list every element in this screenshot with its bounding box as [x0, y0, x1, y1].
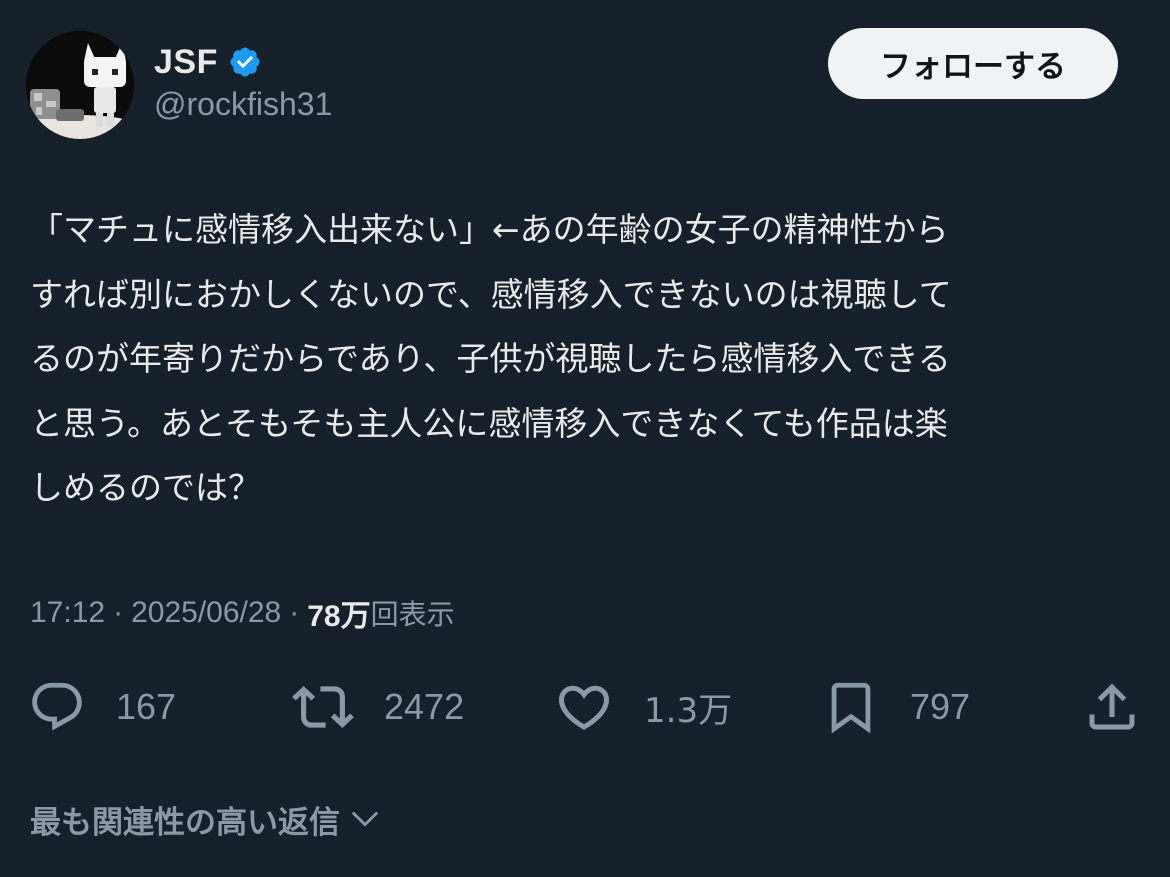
- views-count[interactable]: 78万: [307, 591, 370, 635]
- author-name-row[interactable]: JSF: [154, 40, 262, 84]
- meta-separator: ·: [113, 596, 124, 629]
- like-count: 1.3万: [644, 690, 733, 731]
- retweet-button[interactable]: 2472: [292, 676, 464, 738]
- tweet-text-line: しめるのでは？: [30, 468, 261, 507]
- tweet-actions-bar: 167 2472 1.3万 797: [0, 676, 1170, 738]
- tweet-text-line: すれば別におかしくないので、感情移入できないのは視聴して: [30, 274, 952, 314]
- avatar[interactable]: [26, 31, 134, 139]
- meta-separator: ·: [289, 596, 300, 629]
- author-display-name[interactable]: JSF: [154, 43, 218, 82]
- reply-icon: [32, 682, 82, 731]
- tweet-date[interactable]: 2025/06/28: [131, 596, 281, 630]
- retweet-count: 2472: [384, 686, 465, 727]
- bookmark-count: 797: [910, 686, 971, 727]
- avatar-image: [26, 31, 134, 139]
- reply-count: 167: [116, 686, 177, 727]
- heart-icon: [558, 685, 610, 730]
- follow-button[interactable]: フォローする: [828, 28, 1118, 99]
- tweet-text: 「マチュに感情移入出来ない」←あの年齢の女子の精神性から すれば別におかしくない…: [30, 198, 1140, 521]
- share-icon: [1089, 683, 1135, 730]
- replies-sort-label: 最も関連性の高い返信: [30, 804, 340, 841]
- like-button[interactable]: 1.3万: [554, 676, 732, 738]
- retweet-icon: [292, 686, 354, 728]
- tweet-text-line: と思う。あとそもそも主人公に感情移入できなくても作品は楽: [30, 403, 948, 443]
- bookmark-button[interactable]: 797: [822, 676, 970, 738]
- views-label: 回表示: [370, 598, 455, 631]
- chevron-down-icon: [352, 811, 378, 827]
- replies-sort-dropdown[interactable]: 最も関連性の高い返信: [30, 794, 382, 844]
- tweet-text-line: るのが年寄りだからであり、子供が視聴したら感情移入できる: [30, 339, 951, 378]
- tweet-metadata: 17:12 · 2025/06/28 · 78万 回表示: [30, 590, 455, 636]
- tweet-text-line: 「マチュに感情移入出来ない」←あの年齢の女子の精神性から: [30, 210, 949, 249]
- tweet-time[interactable]: 17:12: [30, 596, 105, 630]
- author-handle[interactable]: @rockfish31: [154, 86, 332, 123]
- share-button[interactable]: [1082, 676, 1142, 738]
- bookmark-icon: [831, 682, 871, 734]
- verified-badge-icon: [230, 47, 260, 77]
- reply-button[interactable]: 167: [28, 676, 176, 738]
